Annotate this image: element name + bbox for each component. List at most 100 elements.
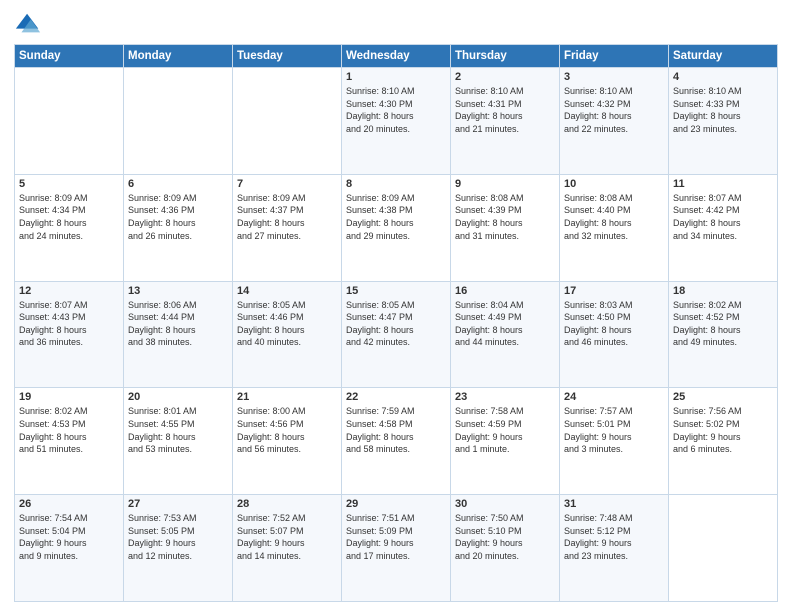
day-info: Sunrise: 8:05 AM Sunset: 4:46 PM Dayligh… (237, 299, 337, 349)
calendar-cell: 14 Sunrise: 8:05 AM Sunset: 4:46 PM Dayli… (233, 281, 342, 388)
calendar-cell: 8 Sunrise: 8:09 AM Sunset: 4:38 PM Daylig… (342, 174, 451, 281)
week-row-2: 12 Sunrise: 8:07 AM Sunset: 4:43 PM Dayli… (15, 281, 778, 388)
day-number: 12 (19, 285, 119, 297)
day-of-week-saturday: Saturday (669, 45, 778, 68)
calendar-cell: 3 Sunrise: 8:10 AM Sunset: 4:32 PM Daylig… (560, 68, 669, 175)
day-info: Sunrise: 8:01 AM Sunset: 4:55 PM Dayligh… (128, 405, 228, 455)
day-number: 5 (19, 178, 119, 190)
day-info: Sunrise: 7:50 AM Sunset: 5:10 PM Dayligh… (455, 512, 555, 562)
calendar-cell: 24 Sunrise: 7:57 AM Sunset: 5:01 PM Dayli… (560, 388, 669, 495)
day-number: 8 (346, 178, 446, 190)
calendar-cell (124, 68, 233, 175)
calendar-cell: 15 Sunrise: 8:05 AM Sunset: 4:47 PM Dayli… (342, 281, 451, 388)
calendar-cell: 18 Sunrise: 8:02 AM Sunset: 4:52 PM Dayli… (669, 281, 778, 388)
day-number: 1 (346, 71, 446, 83)
day-number: 20 (128, 391, 228, 403)
calendar-cell: 1 Sunrise: 8:10 AM Sunset: 4:30 PM Daylig… (342, 68, 451, 175)
calendar-cell: 28 Sunrise: 7:52 AM Sunset: 5:07 PM Dayli… (233, 495, 342, 602)
day-of-week-sunday: Sunday (15, 45, 124, 68)
day-number: 17 (564, 285, 664, 297)
day-info: Sunrise: 7:53 AM Sunset: 5:05 PM Dayligh… (128, 512, 228, 562)
day-info: Sunrise: 8:04 AM Sunset: 4:49 PM Dayligh… (455, 299, 555, 349)
calendar-cell: 31Sunrise: 7:48 AM Sunset: 5:12 PM Dayli… (560, 495, 669, 602)
calendar-cell: 27 Sunrise: 7:53 AM Sunset: 5:05 PM Dayli… (124, 495, 233, 602)
logo (14, 10, 46, 38)
calendar-cell: 30 Sunrise: 7:50 AM Sunset: 5:10 PM Dayli… (451, 495, 560, 602)
days-of-week-row: SundayMondayTuesdayWednesdayThursdayFrid… (15, 45, 778, 68)
day-of-week-thursday: Thursday (451, 45, 560, 68)
calendar-cell: 16Sunrise: 8:04 AM Sunset: 4:49 PM Dayli… (451, 281, 560, 388)
day-info: Sunrise: 7:59 AM Sunset: 4:58 PM Dayligh… (346, 405, 446, 455)
day-number: 27 (128, 498, 228, 510)
calendar-cell: 19 Sunrise: 8:02 AM Sunset: 4:53 PM Dayli… (15, 388, 124, 495)
day-number: 4 (673, 71, 773, 83)
calendar-cell: 22Sunrise: 7:59 AM Sunset: 4:58 PM Dayli… (342, 388, 451, 495)
day-info: Sunrise: 8:08 AM Sunset: 4:39 PM Dayligh… (455, 192, 555, 242)
day-number: 3 (564, 71, 664, 83)
day-number: 21 (237, 391, 337, 403)
day-info: Sunrise: 8:05 AM Sunset: 4:47 PM Dayligh… (346, 299, 446, 349)
calendar-cell: 9Sunrise: 8:08 AM Sunset: 4:39 PM Daylig… (451, 174, 560, 281)
calendar-cell: 10 Sunrise: 8:08 AM Sunset: 4:40 PM Dayli… (560, 174, 669, 281)
day-number: 14 (237, 285, 337, 297)
calendar-cell: 23Sunrise: 7:58 AM Sunset: 4:59 PM Dayli… (451, 388, 560, 495)
day-info: Sunrise: 8:10 AM Sunset: 4:30 PM Dayligh… (346, 85, 446, 135)
day-number: 30 (455, 498, 555, 510)
day-info: Sunrise: 7:51 AM Sunset: 5:09 PM Dayligh… (346, 512, 446, 562)
calendar-cell: 7 Sunrise: 8:09 AM Sunset: 4:37 PM Daylig… (233, 174, 342, 281)
day-info: Sunrise: 7:52 AM Sunset: 5:07 PM Dayligh… (237, 512, 337, 562)
day-number: 2 (455, 71, 555, 83)
page: SundayMondayTuesdayWednesdayThursdayFrid… (0, 0, 792, 612)
day-info: Sunrise: 8:06 AM Sunset: 4:44 PM Dayligh… (128, 299, 228, 349)
header (14, 10, 778, 38)
day-info: Sunrise: 8:03 AM Sunset: 4:50 PM Dayligh… (564, 299, 664, 349)
day-info: Sunrise: 8:02 AM Sunset: 4:53 PM Dayligh… (19, 405, 119, 455)
day-info: Sunrise: 8:08 AM Sunset: 4:40 PM Dayligh… (564, 192, 664, 242)
day-number: 29 (346, 498, 446, 510)
calendar-cell: 11Sunrise: 8:07 AM Sunset: 4:42 PM Dayli… (669, 174, 778, 281)
day-number: 7 (237, 178, 337, 190)
day-info: Sunrise: 8:09 AM Sunset: 4:36 PM Dayligh… (128, 192, 228, 242)
day-of-week-wednesday: Wednesday (342, 45, 451, 68)
week-row-4: 26Sunrise: 7:54 AM Sunset: 5:04 PM Dayli… (15, 495, 778, 602)
day-number: 28 (237, 498, 337, 510)
day-info: Sunrise: 8:09 AM Sunset: 4:37 PM Dayligh… (237, 192, 337, 242)
day-number: 15 (346, 285, 446, 297)
day-number: 6 (128, 178, 228, 190)
day-info: Sunrise: 8:09 AM Sunset: 4:38 PM Dayligh… (346, 192, 446, 242)
day-number: 10 (564, 178, 664, 190)
calendar-cell: 20 Sunrise: 8:01 AM Sunset: 4:55 PM Dayli… (124, 388, 233, 495)
calendar-cell: 12 Sunrise: 8:07 AM Sunset: 4:43 PM Dayli… (15, 281, 124, 388)
calendar-cell: 29 Sunrise: 7:51 AM Sunset: 5:09 PM Dayli… (342, 495, 451, 602)
week-row-1: 5 Sunrise: 8:09 AM Sunset: 4:34 PM Daylig… (15, 174, 778, 281)
calendar-cell: 5 Sunrise: 8:09 AM Sunset: 4:34 PM Daylig… (15, 174, 124, 281)
day-info: Sunrise: 8:10 AM Sunset: 4:33 PM Dayligh… (673, 85, 773, 135)
day-of-week-tuesday: Tuesday (233, 45, 342, 68)
calendar-cell: 21 Sunrise: 8:00 AM Sunset: 4:56 PM Dayli… (233, 388, 342, 495)
day-info: Sunrise: 7:57 AM Sunset: 5:01 PM Dayligh… (564, 405, 664, 455)
day-info: Sunrise: 8:02 AM Sunset: 4:52 PM Dayligh… (673, 299, 773, 349)
day-of-week-friday: Friday (560, 45, 669, 68)
day-info: Sunrise: 8:07 AM Sunset: 4:42 PM Dayligh… (673, 192, 773, 242)
calendar-cell: 26Sunrise: 7:54 AM Sunset: 5:04 PM Dayli… (15, 495, 124, 602)
day-number: 26 (19, 498, 119, 510)
week-row-0: 1 Sunrise: 8:10 AM Sunset: 4:30 PM Daylig… (15, 68, 778, 175)
calendar-table: SundayMondayTuesdayWednesdayThursdayFrid… (14, 44, 778, 602)
calendar-cell: 17 Sunrise: 8:03 AM Sunset: 4:50 PM Dayli… (560, 281, 669, 388)
day-number: 24 (564, 391, 664, 403)
day-number: 18 (673, 285, 773, 297)
day-info: Sunrise: 8:09 AM Sunset: 4:34 PM Dayligh… (19, 192, 119, 242)
calendar-header: SundayMondayTuesdayWednesdayThursdayFrid… (15, 45, 778, 68)
day-info: Sunrise: 8:07 AM Sunset: 4:43 PM Dayligh… (19, 299, 119, 349)
day-number: 23 (455, 391, 555, 403)
calendar-body: 1 Sunrise: 8:10 AM Sunset: 4:30 PM Daylig… (15, 68, 778, 602)
day-info: Sunrise: 8:10 AM Sunset: 4:32 PM Dayligh… (564, 85, 664, 135)
calendar-cell: 2Sunrise: 8:10 AM Sunset: 4:31 PM Daylig… (451, 68, 560, 175)
calendar-cell (669, 495, 778, 602)
day-of-week-monday: Monday (124, 45, 233, 68)
day-info: Sunrise: 8:00 AM Sunset: 4:56 PM Dayligh… (237, 405, 337, 455)
day-number: 19 (19, 391, 119, 403)
calendar-cell (15, 68, 124, 175)
day-info: Sunrise: 7:48 AM Sunset: 5:12 PM Dayligh… (564, 512, 664, 562)
logo-icon (14, 10, 42, 38)
